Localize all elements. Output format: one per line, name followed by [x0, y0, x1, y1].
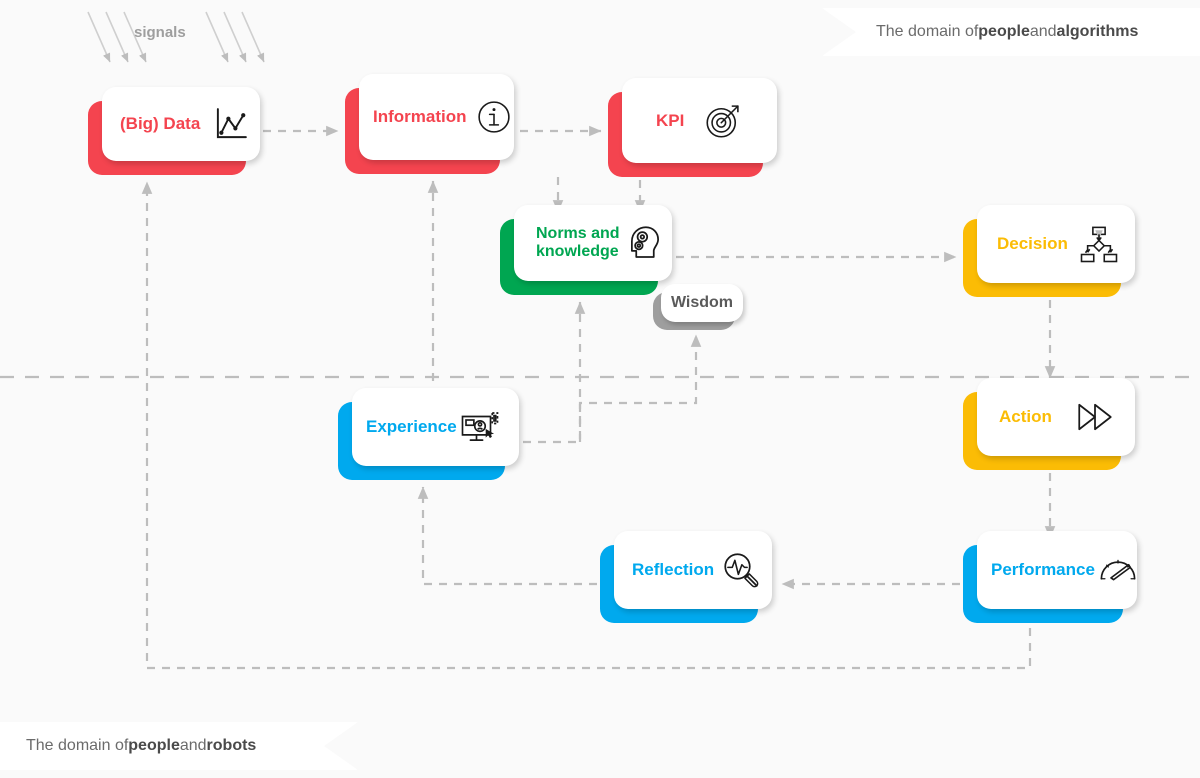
node-kpi[interactable]: KPI: [608, 78, 777, 177]
banner-bottom-bold1: people: [128, 737, 180, 754]
banner-bottom-prefix: The domain of: [26, 737, 129, 754]
banner-top-bold2: algorithms: [1056, 23, 1139, 40]
node-card: Wisdom: [661, 284, 743, 322]
node-label: Information: [373, 107, 467, 127]
screen-user-icon: [461, 412, 499, 441]
node-card: Norms and knowledge: [514, 205, 672, 281]
head-gears-icon: [630, 226, 659, 258]
node-experience[interactable]: Experience: [338, 388, 519, 480]
node-card: Reflection: [614, 531, 772, 609]
fast-forward-icon: [1078, 403, 1112, 431]
banner-top-prefix: The domain of: [876, 23, 979, 40]
conn-reflection-experience: [417, 486, 597, 586]
node-performance[interactable]: Performance: [963, 531, 1137, 623]
node-card: (Big) Data: [102, 87, 260, 161]
node-label: Action: [999, 407, 1052, 427]
target-icon: [706, 104, 740, 138]
node-label: Performance: [991, 560, 1095, 580]
node-label: Wisdom: [670, 293, 734, 311]
node-information[interactable]: Information: [345, 74, 514, 174]
info-circle-icon: [477, 101, 510, 133]
node-action[interactable]: Action: [963, 378, 1135, 470]
node-decision[interactable]: Decision: [963, 205, 1135, 297]
node-label: KPI: [656, 110, 685, 130]
banner-bottom-mid: and: [179, 737, 207, 754]
gauge-icon: [1100, 559, 1136, 581]
banner-top-mid: and: [1029, 23, 1057, 40]
diagram-canvas: signals (Big) Data Information KPI Norms…: [0, 0, 1200, 778]
node-big-data[interactable]: (Big) Data: [88, 87, 260, 175]
node-label: Decision: [997, 234, 1068, 254]
banner-bottom: The domain of people and robots: [0, 722, 358, 770]
node-label: Norms and knowledge: [536, 224, 620, 260]
node-card: Action: [977, 378, 1135, 456]
node-wisdom[interactable]: Wisdom: [653, 284, 743, 330]
flowchart-icon: [1080, 226, 1118, 263]
banner-bottom-bold2: robots: [206, 737, 257, 754]
banner-top-bold1: people: [978, 23, 1030, 40]
node-label: Experience: [366, 417, 457, 437]
node-card: KPI: [622, 78, 777, 163]
node-card: Experience: [352, 388, 519, 466]
conn-experience-wisdom: [523, 334, 702, 444]
pulse-search-icon: [724, 553, 759, 588]
node-label: (Big) Data: [120, 114, 201, 134]
signals-label: signals: [134, 24, 186, 41]
line-chart-icon: [217, 108, 248, 139]
node-card: Information: [359, 74, 514, 160]
node-norms[interactable]: Norms and knowledge: [500, 205, 672, 295]
banner-top: The domain of people and algorithms: [822, 8, 1200, 56]
node-card: Decision: [977, 205, 1135, 283]
node-card: Performance: [977, 531, 1137, 609]
node-label: Reflection: [632, 560, 715, 580]
node-reflection[interactable]: Reflection: [600, 531, 772, 623]
